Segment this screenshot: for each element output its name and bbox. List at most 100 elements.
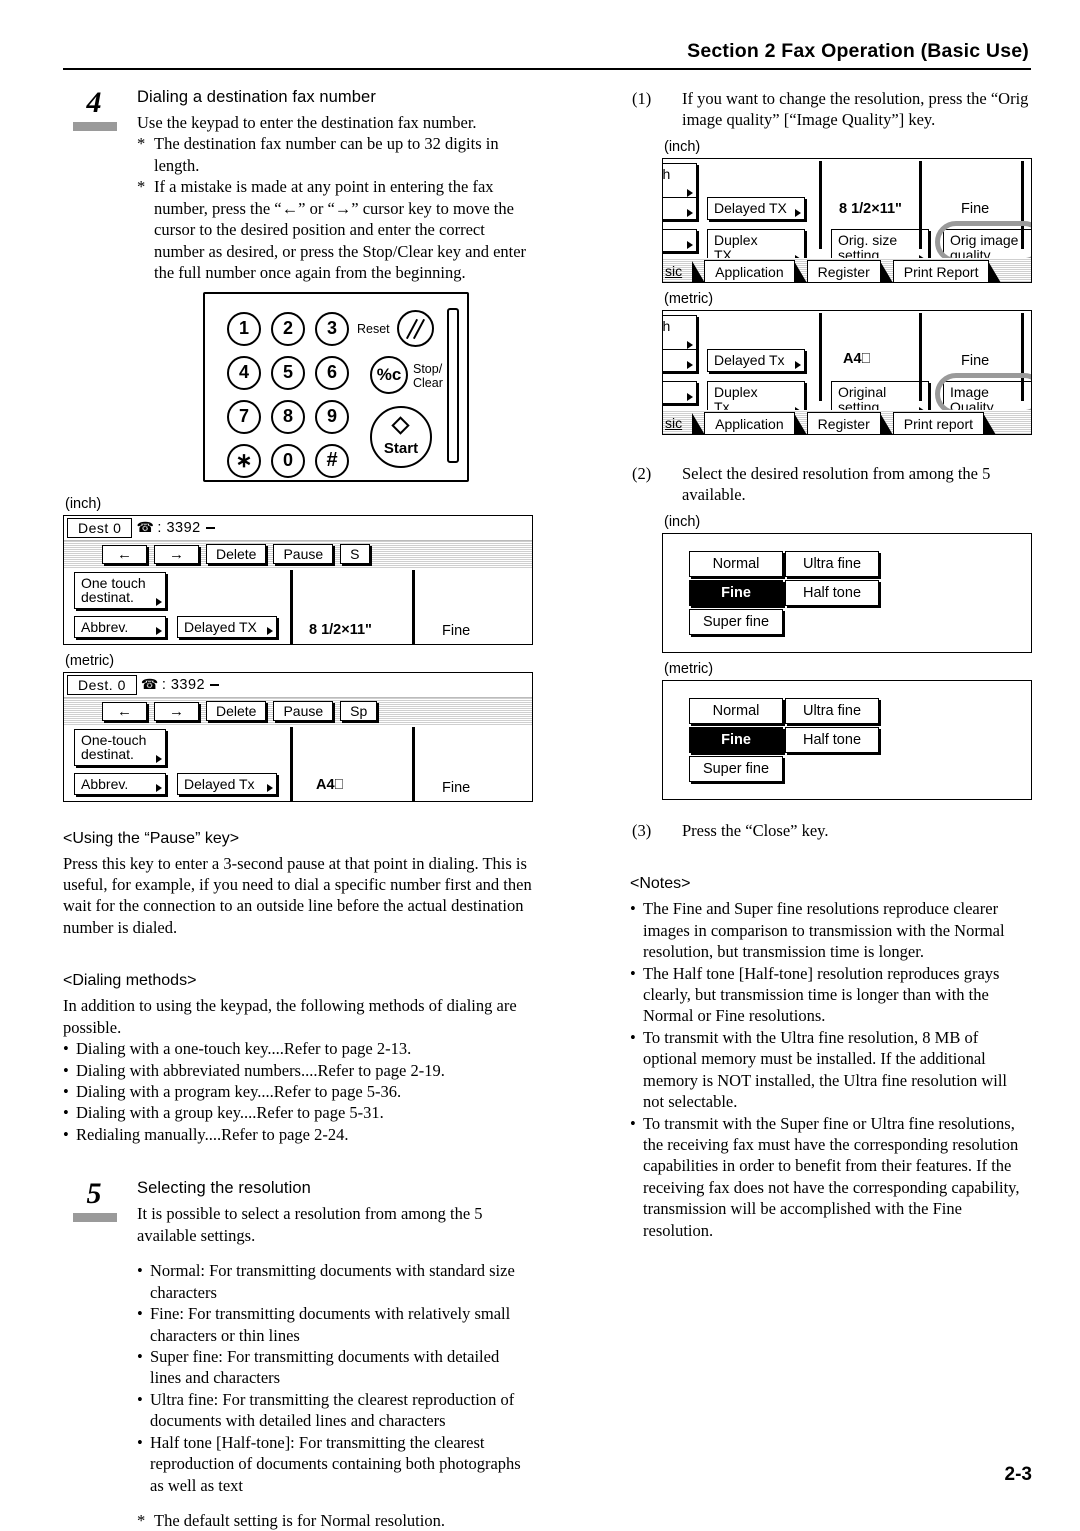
step-4-intro: Use the keypad to enter the destination … (137, 113, 477, 132)
right-lcd-metric-caption: (metric) (664, 290, 714, 307)
delayed-tx-button[interactable]: Delayed TX (707, 196, 805, 220)
delayed-tx-label: Delayed Tx (184, 775, 255, 792)
dest-number-value: : 3392 (157, 519, 201, 536)
resolution-metric-grid: Normal Ultra fine Fine Half tone Super f… (689, 697, 879, 782)
paper-orientation-icon: ⎕ (334, 776, 344, 793)
right-lcd-inch-group: (inch) touch nat. ev. ess (662, 139, 1032, 283)
keypad-key-6[interactable]: 6 (315, 355, 349, 390)
resolution-button-ultra-fine[interactable]: Ultra fine (785, 550, 879, 577)
delayed-tx-button[interactable]: Delayed Tx (707, 348, 805, 372)
tab-basic[interactable]: sic (663, 412, 706, 434)
resolution-button-normal[interactable]: Normal (689, 697, 783, 724)
delete-button[interactable]: Delete (206, 701, 267, 721)
resolution-button-half-tone[interactable]: Half tone (785, 579, 879, 606)
keypad-key-1[interactable]: 1 (227, 311, 261, 346)
dialing-methods-heading: <Dialing methods> (63, 972, 197, 990)
keypad-key-asterisk[interactable]: ∗ (227, 443, 261, 478)
resolution-metric-caption: (metric) (664, 660, 714, 677)
dialing-methods-section: <Dialing methods> In addition to using t… (63, 972, 533, 1146)
pause-button[interactable]: Pause (273, 701, 334, 721)
keypad-key-2[interactable]: 2 (271, 311, 305, 346)
delete-button[interactable]: Delete (206, 544, 267, 564)
original-size-text: A4 (843, 350, 862, 367)
list-item: Ultra fine: For transmitting the cleares… (137, 1389, 533, 1432)
address-button-clipped[interactable]: ess (663, 380, 697, 404)
lcd-inch-toolbar: ← → Delete Pause S (64, 540, 532, 568)
one-touch-destination-button-clipped[interactable]: touch nat. (663, 162, 697, 201)
cursor-right-button[interactable]: → (154, 701, 199, 721)
resolution-button-half-tone[interactable]: Half tone (785, 726, 879, 753)
tab-basic[interactable]: sic (663, 260, 706, 282)
keypad-key-8[interactable]: 8 (271, 399, 305, 434)
submenu-flag-icon (687, 392, 693, 401)
orig-size-label-1: Original (838, 383, 887, 400)
paper-orientation-icon: ⎕ (861, 350, 871, 367)
keypad-key-4[interactable]: 4 (227, 355, 261, 390)
column-divider (819, 160, 822, 249)
dialing-methods-list: Dialing with a one-touch key....Refer to… (63, 1038, 533, 1146)
abbrev-button[interactable]: Abbrev. (74, 615, 166, 639)
pause-button[interactable]: Pause (273, 544, 334, 564)
keypad-key-9[interactable]: 9 (315, 399, 349, 434)
list-item: The Fine and Super fine resolutions repr… (630, 898, 1032, 962)
one-touch-destination-button-clipped[interactable]: touch nat. (662, 314, 697, 353)
start-button[interactable]: Start (370, 405, 432, 468)
step-4-number: 4 (86, 86, 102, 119)
address-button-clipped[interactable]: ess (663, 228, 697, 252)
tab-application[interactable]: Application (704, 259, 807, 282)
one-touch-label-2: destinat. (81, 746, 134, 763)
right-lcd-inch-caption: (inch) (664, 138, 701, 155)
one-touch-destination-button[interactable]: One-touch destinat. (74, 728, 166, 766)
page-header: Section 2 Fax Operation (Basic Use) (63, 40, 1031, 70)
dest-number-field[interactable]: ☎ : 3392 (141, 676, 220, 693)
submenu-flag-icon (687, 240, 693, 249)
right-lcd-inch-tabrow: sic Application Register Print Report (663, 257, 1031, 282)
keypad-key-5[interactable]: 5 (271, 355, 305, 390)
submenu-flag-icon (687, 360, 693, 369)
reset-icon[interactable] (397, 309, 434, 347)
original-size-value: 8 1/2×11" (309, 621, 372, 638)
keypad-key-hash[interactable]: # (315, 443, 349, 478)
resolution-button-super-fine[interactable]: Super fine (689, 608, 783, 635)
one-touch-label-1: One touch (81, 574, 146, 591)
column-divider (1021, 160, 1024, 249)
delayed-tx-button[interactable]: Delayed Tx (177, 772, 277, 796)
dest-number-field[interactable]: ☎ : 3392 (136, 519, 215, 536)
cursor-left-button[interactable]: ← (102, 701, 147, 721)
tab-application[interactable]: Application (704, 411, 807, 434)
resolution-button-fine[interactable]: Fine (689, 726, 783, 753)
delayed-tx-button[interactable]: Delayed TX (177, 615, 277, 639)
abbrev-button-clipped[interactable]: ev. (663, 196, 697, 220)
delayed-tx-label: Delayed TX (714, 199, 787, 216)
resolution-description-list: Normal: For transmitting documents with … (137, 1260, 533, 1496)
clipped-label-1: touch (662, 317, 671, 334)
resolution-inch-grid: Normal Ultra fine Fine Half tone Super f… (689, 550, 879, 635)
original-size-value: 8 1/2×11" (839, 200, 902, 217)
keypad-key-7[interactable]: 7 (227, 399, 261, 434)
stop-clear-icon[interactable]: %c (370, 355, 408, 394)
one-touch-destination-button[interactable]: One touch destinat. (74, 571, 166, 609)
keypad-diagram: 1 2 3 4 5 6 7 8 9 ∗ 0 # Reset %c Stop/ C… (203, 291, 469, 482)
abbrev-button-clipped[interactable]: ev. (663, 348, 697, 372)
list-item: Half tone [Half-tone]: For transmitting … (137, 1432, 533, 1496)
keypad-key-3[interactable]: 3 (315, 311, 349, 346)
space-button-clipped[interactable]: Sp (340, 701, 378, 721)
tab-register[interactable]: Register (806, 411, 893, 434)
submenu-flag-icon (267, 627, 273, 636)
column-divider (1021, 312, 1024, 401)
resolution-button-normal[interactable]: Normal (689, 550, 783, 577)
keypad-key-0[interactable]: 0 (271, 443, 305, 478)
tab-register[interactable]: Register (806, 259, 893, 282)
tab-print-report[interactable]: Print report (892, 411, 997, 434)
cursor-left-button[interactable]: ← (102, 544, 147, 564)
resolution-button-fine[interactable]: Fine (689, 579, 783, 606)
text-cursor (210, 683, 220, 686)
space-button-clipped[interactable]: S (340, 544, 370, 564)
right-lcd-metric-group: (metric) touch nat. ev. ess (662, 291, 1032, 435)
tab-print-report[interactable]: Print Report (892, 259, 1002, 282)
abbrev-button[interactable]: Abbrev. (74, 772, 166, 796)
resolution-button-ultra-fine[interactable]: Ultra fine (785, 697, 879, 724)
column-divider (919, 160, 922, 249)
cursor-right-button[interactable]: → (154, 544, 199, 564)
resolution-button-super-fine[interactable]: Super fine (689, 755, 783, 782)
